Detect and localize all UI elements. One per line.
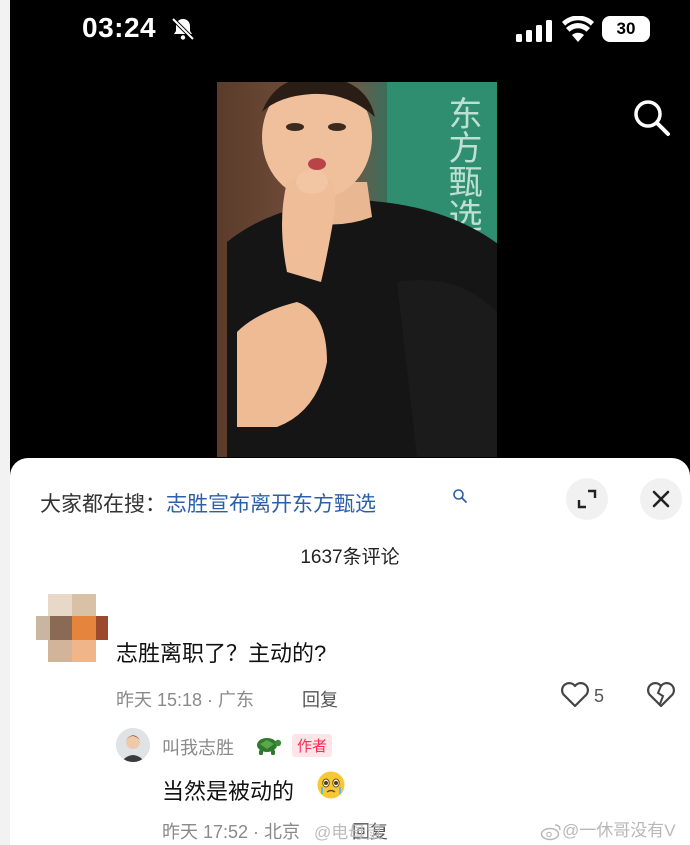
watermark-middle: @电母鼠 — [314, 823, 383, 842]
status-time: 03:24 — [82, 12, 157, 43]
comment-count: 1637条评论 — [300, 547, 400, 568]
reply-avatar[interactable] — [116, 728, 150, 762]
close-icon — [652, 490, 670, 508]
left-edge-strip — [0, 0, 10, 845]
crying-emoji-icon — [317, 771, 345, 799]
comment-reply-button[interactable]: 回复 — [302, 686, 338, 712]
weibo-icon — [540, 823, 561, 840]
heart-icon[interactable] — [560, 680, 590, 708]
reply-author-name[interactable]: 叫我志胜 — [162, 734, 234, 760]
trending-search-keyword[interactable]: 志胜宣布离开东方甄选 — [166, 493, 376, 516]
video-person-figure — [227, 82, 497, 457]
watermark-corner: @一休哥没有V — [540, 816, 676, 841]
trending-search-bar[interactable]: 大家都在搜：志胜宣布离开东方甄选 — [40, 488, 467, 518]
bell-muted-icon — [171, 17, 195, 41]
reply-avatar-image — [116, 728, 150, 762]
video-frame[interactable]: 东方甄选 — [217, 82, 497, 457]
search-icon[interactable] — [630, 96, 674, 140]
signal-icon — [516, 20, 552, 42]
commenter-avatar[interactable] — [36, 594, 108, 666]
author-badge: 作者 — [292, 734, 333, 757]
comment-text: 志胜离职了？主动的? — [116, 641, 327, 666]
reply-meta: 昨天 17:52 · 北京 — [162, 822, 301, 842]
close-button[interactable] — [640, 478, 682, 520]
comment-meta: 昨天 15:18 · 广东 — [116, 690, 255, 710]
watermark-corner-text: @一休哥没有V — [562, 821, 676, 840]
wifi-icon — [562, 16, 594, 42]
battery-icon: 30 — [602, 16, 650, 42]
reply-text: 当然是被动的 — [162, 779, 295, 804]
like-count: 5 — [594, 686, 605, 706]
magnifier-icon — [453, 489, 467, 503]
expand-button[interactable] — [566, 478, 608, 520]
trending-search-prefix: 大家都在搜： — [40, 493, 166, 516]
comment-sheet: 大家都在搜：志胜宣布离开东方甄选 1637条评论 志胜离职了？主动的? 昨天 1… — [10, 458, 690, 845]
broken-heart-icon[interactable] — [646, 680, 676, 708]
turtle-icon — [257, 738, 282, 755]
expand-icon — [577, 489, 597, 509]
phone-screen: 03:24 30 东方甄选 大家都在搜：志胜宣布离开东方甄选 1637条评论 志… — [10, 0, 690, 845]
